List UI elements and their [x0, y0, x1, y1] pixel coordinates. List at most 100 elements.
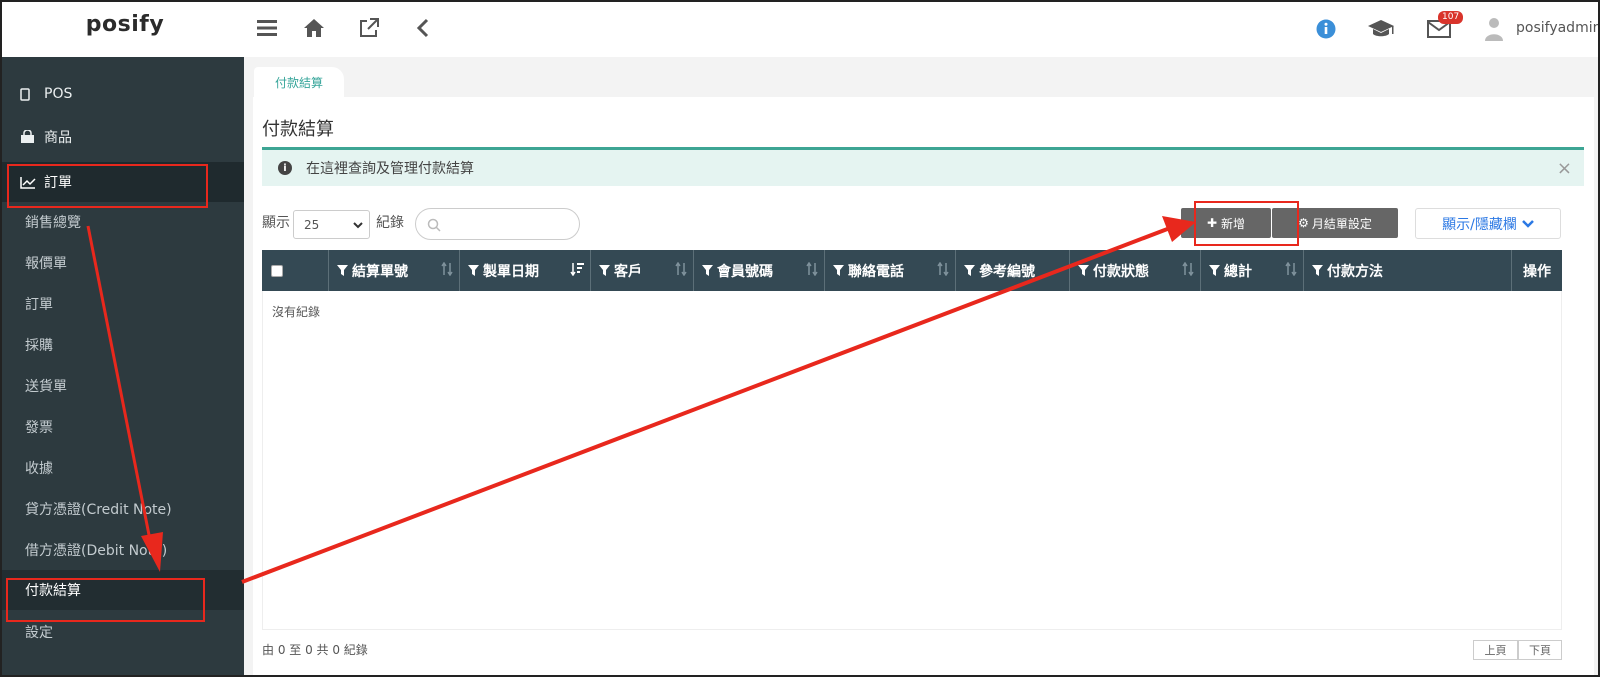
external-link-icon[interactable]	[355, 14, 383, 42]
page-title: 付款結算	[262, 119, 334, 140]
sidebar-item-label: 貸方憑證(Credit Note)	[25, 502, 172, 518]
sidebar-item-label: POS	[44, 86, 73, 102]
username[interactable]: posifyadmin	[1516, 20, 1600, 36]
annotation-highlight-orders	[7, 164, 208, 208]
page-size-select[interactable]: 25	[293, 210, 370, 239]
sort-icon[interactable]	[1182, 261, 1194, 280]
column-label: 製單日期	[483, 263, 539, 280]
column-header-payment-status[interactable]: 付款狀態	[1070, 250, 1201, 291]
sidebar-item-invoices[interactable]: 發票	[0, 407, 244, 447]
column-label: 聯絡電話	[848, 263, 904, 280]
empty-table-message: 沒有紀錄	[272, 305, 321, 319]
close-icon[interactable]: ×	[1557, 158, 1572, 179]
select-all-checkbox[interactable]	[271, 264, 283, 277]
sort-icon[interactable]	[441, 261, 453, 280]
show-hide-columns-button[interactable]: 顯示/隱藏欄	[1415, 208, 1561, 239]
column-header-member-no[interactable]: 會員號碼	[694, 250, 825, 291]
filter-icon[interactable]	[337, 265, 348, 276]
column-header-payment-method[interactable]: 付款方法	[1304, 250, 1512, 291]
records-label: 紀錄	[376, 215, 404, 231]
next-page-button[interactable]: 下頁	[1518, 640, 1562, 660]
top-bar: posify 107 posifyadmin	[0, 0, 1600, 57]
sort-icon[interactable]	[1285, 261, 1297, 280]
table-body: 沒有紀錄	[262, 291, 1562, 630]
toggle-columns-label: 顯示/隱藏欄	[1442, 216, 1517, 233]
sort-icon[interactable]	[675, 261, 687, 280]
column-header-customer[interactable]: 客戶	[591, 250, 694, 291]
sidebar-item-debit-note[interactable]: 借方憑證(Debit Note)	[0, 530, 244, 570]
filter-icon[interactable]	[833, 265, 844, 276]
show-label: 顯示	[262, 215, 290, 231]
sort-icon[interactable]	[937, 261, 949, 280]
search-input[interactable]	[415, 208, 580, 240]
shopping-bag-icon	[20, 130, 38, 144]
filter-icon[interactable]	[1078, 265, 1089, 276]
content-panel: 付款結算 i 在這裡查詢及管理付款結算 × 顯示 25 紀錄 ✚ 新增 ⚙ 月結…	[253, 97, 1594, 677]
graduation-cap-icon[interactable]	[1366, 14, 1396, 44]
sidebar-item-label: 訂單	[25, 297, 53, 313]
sidebar-item-quotations[interactable]: 報價單	[0, 243, 244, 283]
sort-desc-icon[interactable]	[570, 262, 584, 280]
sidebar-item-label: 發票	[25, 420, 53, 436]
sidebar-item-label: 設定	[25, 625, 53, 641]
mobile-icon	[20, 87, 38, 101]
search-icon	[427, 217, 441, 236]
sidebar-item-purchases[interactable]: 採購	[0, 325, 244, 365]
sidebar-item-credit-note[interactable]: 貸方憑證(Credit Note)	[0, 489, 244, 529]
monthly-button-label: 月結單設定	[1311, 216, 1372, 231]
annotation-highlight-add-button	[1194, 201, 1299, 246]
column-header-actions: 操作	[1512, 250, 1562, 291]
user-avatar-icon[interactable]	[1482, 14, 1506, 44]
pagination-info: 由 0 至 0 共 0 紀錄	[262, 643, 368, 657]
column-header-total[interactable]: 總計	[1201, 250, 1304, 291]
column-header-reference-no[interactable]: 參考編號	[956, 250, 1070, 291]
tab-payment-settlement[interactable]: 付款結算	[254, 67, 344, 97]
home-icon[interactable]	[300, 14, 328, 42]
gear-icon: ⚙	[1298, 216, 1309, 230]
column-header-settlement-no[interactable]: 結算單號	[329, 250, 460, 291]
table-header: 結算單號 製單日期 客戶 會員號碼 聯絡電話 參考編號 付款狀態 總計 付款方法…	[262, 250, 1562, 291]
column-label: 付款方法	[1327, 263, 1383, 280]
column-label: 結算單號	[352, 263, 408, 280]
info-callout: i 在這裡查詢及管理付款結算 ×	[262, 147, 1584, 186]
column-label: 參考編號	[979, 263, 1035, 280]
hamburger-menu-icon[interactable]	[253, 14, 281, 42]
filter-icon[interactable]	[1209, 265, 1220, 276]
mail-icon[interactable]: 107	[1424, 11, 1464, 44]
chevron-down-icon	[353, 219, 363, 233]
posify-logo[interactable]: posify	[70, 12, 180, 37]
sidebar-item-pos[interactable]: POS	[0, 74, 244, 114]
chevron-down-icon	[1521, 219, 1534, 229]
back-chevron-icon[interactable]	[409, 14, 437, 42]
sidebar-item-products[interactable]: 商品	[0, 117, 244, 157]
annotation-highlight-payment-settlement	[6, 578, 205, 622]
sidebar-item-label: 報價單	[25, 256, 67, 272]
sidebar-item-sales-overview[interactable]: 銷售總覽	[0, 202, 244, 242]
sidebar-item-label: 採購	[25, 338, 53, 354]
sort-icon[interactable]	[806, 261, 818, 280]
filter-icon[interactable]	[599, 265, 610, 276]
sidebar-item-receipts[interactable]: 收據	[0, 448, 244, 488]
filter-icon[interactable]	[702, 265, 713, 276]
filter-icon[interactable]	[1312, 265, 1323, 276]
column-header-phone[interactable]: 聯絡電話	[825, 250, 956, 291]
column-label: 總計	[1224, 263, 1252, 280]
sidebar-item-label: 收據	[25, 461, 53, 477]
column-label: 操作	[1523, 263, 1551, 280]
filter-icon[interactable]	[468, 265, 479, 276]
sidebar-item-orders[interactable]: 訂單	[0, 284, 244, 324]
info-icon: i	[278, 161, 292, 175]
select-all-header[interactable]	[262, 250, 329, 291]
main-area: 付款結算 付款結算 i 在這裡查詢及管理付款結算 × 顯示 25 紀錄 ✚ 新增…	[244, 57, 1600, 677]
column-label: 付款狀態	[1093, 263, 1149, 280]
prev-page-button[interactable]: 上頁	[1473, 640, 1518, 660]
sidebar-item-label: 送貨單	[25, 379, 67, 395]
notification-badge: 107	[1438, 11, 1464, 24]
column-label: 客戶	[614, 263, 642, 280]
info-circle-icon[interactable]	[1314, 14, 1338, 44]
sidebar-item-label: 借方憑證(Debit Note)	[25, 543, 168, 559]
sidebar-item-delivery-notes[interactable]: 送貨單	[0, 366, 244, 406]
column-header-created-date[interactable]: 製單日期	[460, 250, 591, 291]
filter-icon[interactable]	[964, 265, 975, 276]
sidebar-item-label: 銷售總覽	[25, 215, 81, 231]
